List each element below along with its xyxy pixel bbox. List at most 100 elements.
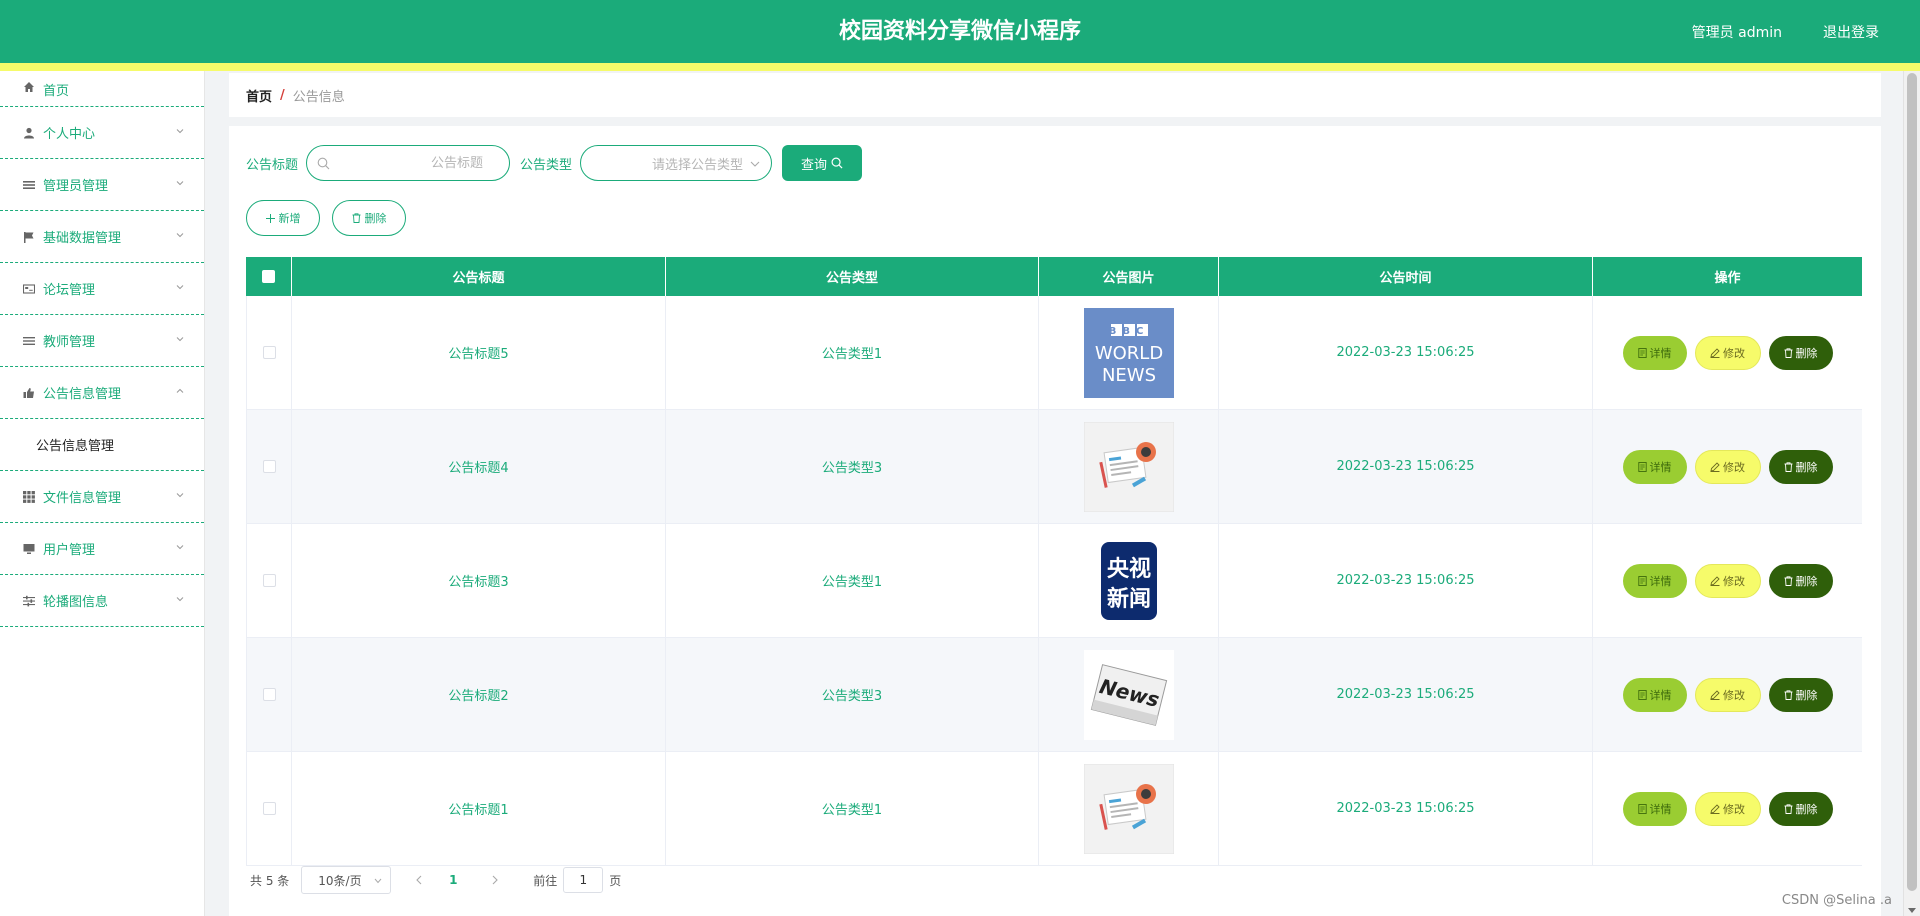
- sidebar-item-label: 轮播图信息: [43, 595, 109, 610]
- type-select-placeholder: 请选择公告类型: [652, 157, 744, 173]
- image-cell: [1039, 410, 1219, 523]
- row-checkbox[interactable]: [262, 802, 276, 815]
- sidebar: 首页 个人中心 管理员管理 基础数据管理 论坛管理 教师管理 公告信息管理 公告…: [0, 71, 205, 916]
- delete-button[interactable]: 删除: [1768, 335, 1833, 370]
- edit-button[interactable]: 修改: [1694, 677, 1761, 712]
- detail-button-label: 详情: [1649, 346, 1672, 360]
- page-size-value: 10条/页: [318, 873, 362, 888]
- sidebar-item-personal-center[interactable]: 个人中心: [0, 107, 204, 159]
- batch-delete-button[interactable]: 删除: [332, 200, 406, 236]
- cctv-news-logo-image[interactable]: 央视 新闻: [1083, 535, 1174, 626]
- time-cell: 2022-03-23 15:06:25: [1219, 638, 1593, 751]
- document-icon: [1637, 461, 1647, 472]
- sidebar-item-label: 首页: [43, 84, 70, 99]
- sidebar-item-home[interactable]: 首页: [0, 71, 204, 107]
- scroll-down-arrow-icon[interactable]: [1908, 908, 1916, 913]
- time-cell: 2022-03-23 15:06:25: [1219, 296, 1593, 409]
- column-header: 公告类型: [666, 257, 1039, 296]
- detail-button[interactable]: 详情: [1622, 791, 1687, 826]
- vertical-scrollbar[interactable]: [1903, 71, 1920, 916]
- type-cell: 公告类型3: [666, 410, 1039, 523]
- delete-button-label: 删除: [1795, 346, 1818, 360]
- detail-button-label: 详情: [1649, 802, 1672, 816]
- title-filter-label: 公告标题: [246, 157, 299, 173]
- cctv-news-logo: 央视 新闻: [1083, 535, 1174, 626]
- sidebar-item-notice[interactable]: 公告信息管理: [0, 367, 204, 419]
- edit-button-label: 修改: [1723, 688, 1745, 702]
- newspaper-illustration-image[interactable]: [1083, 421, 1174, 512]
- prev-page-button[interactable]: [405, 866, 433, 894]
- header-accent-line: [0, 63, 1920, 71]
- delete-button[interactable]: 删除: [1768, 791, 1833, 826]
- page-number[interactable]: 1: [439, 866, 467, 894]
- scrollbar-thumb[interactable]: [1907, 73, 1917, 891]
- sidebar-item-file[interactable]: 文件信息管理: [0, 471, 204, 523]
- detail-button[interactable]: 详情: [1622, 449, 1687, 484]
- trash-icon: [1784, 689, 1792, 700]
- trash-icon: [1784, 461, 1792, 472]
- row-checkbox[interactable]: [262, 574, 276, 587]
- column-header: 操作: [1714, 271, 1741, 286]
- submenu-item-notice-management[interactable]: 公告信息管理: [0, 419, 204, 471]
- bbc-world-news-logo: BBC WORLD NEWS: [1083, 307, 1174, 398]
- sidebar-item-label: 管理员管理: [43, 179, 109, 194]
- image-cell: [1039, 752, 1219, 865]
- cctv-logo-line2: 新闻: [1106, 586, 1150, 612]
- detail-button[interactable]: 详情: [1622, 335, 1687, 370]
- row-checkbox[interactable]: [262, 688, 276, 701]
- action-toolbar: 新增 删除: [246, 200, 418, 236]
- goto-label: 前往: [533, 873, 558, 888]
- sidebar-item-basic-data[interactable]: 基础数据管理: [0, 211, 204, 263]
- delete-button-label: 删除: [1795, 574, 1818, 588]
- image-cell: News: [1039, 638, 1219, 751]
- select-all-checkbox[interactable]: [262, 270, 275, 283]
- edit-button[interactable]: 修改: [1694, 449, 1761, 484]
- bbc-world-news-image[interactable]: BBC WORLD NEWS: [1083, 307, 1174, 398]
- newspaper-illustration-image[interactable]: [1083, 763, 1174, 854]
- edit-button[interactable]: 修改: [1694, 335, 1761, 370]
- add-button[interactable]: 新增: [246, 200, 320, 236]
- detail-button[interactable]: 详情: [1622, 677, 1687, 712]
- pagination: 共 5 条 10条/页 1 前往 页: [250, 866, 621, 894]
- document-icon: [1637, 803, 1647, 814]
- logout-link[interactable]: 退出登录: [1823, 22, 1879, 42]
- sidebar-item-teacher[interactable]: 教师管理: [0, 315, 204, 367]
- goto-page-input[interactable]: [563, 867, 604, 893]
- sidebar-item-forum[interactable]: 论坛管理: [0, 263, 204, 315]
- page-size-select[interactable]: 10条/页: [301, 866, 392, 894]
- delete-button[interactable]: 删除: [1768, 677, 1833, 712]
- title-search-input[interactable]: [307, 146, 510, 180]
- type-cell: 公告类型1: [666, 752, 1039, 865]
- delete-button[interactable]: 删除: [1768, 563, 1833, 598]
- next-page-button[interactable]: [481, 866, 509, 894]
- edit-button[interactable]: 修改: [1694, 791, 1761, 826]
- card-icon: [22, 282, 36, 296]
- edit-button-label: 修改: [1723, 346, 1745, 360]
- edit-button[interactable]: 修改: [1694, 563, 1761, 598]
- chevron-down-icon: [176, 492, 184, 497]
- chevron-down-icon: [176, 544, 184, 549]
- sidebar-item-admin-management[interactable]: 管理员管理: [0, 159, 204, 211]
- column-header: 公告时间: [1219, 257, 1593, 296]
- sidebar-item-carousel[interactable]: 轮播图信息: [0, 575, 204, 627]
- query-button[interactable]: 查询: [782, 145, 863, 181]
- operation-cell: 详情 修改 删除: [1593, 296, 1862, 409]
- breadcrumb-home[interactable]: 首页: [246, 86, 272, 105]
- row-select-cell: [246, 296, 292, 409]
- news-paper-illustration: News: [1083, 649, 1174, 740]
- row-checkbox[interactable]: [262, 346, 276, 359]
- detail-button[interactable]: 详情: [1622, 563, 1687, 598]
- delete-button[interactable]: 删除: [1768, 449, 1833, 484]
- operation-cell: 详情 修改 删除: [1593, 752, 1862, 865]
- world-logo-text: WORLD: [1094, 343, 1162, 364]
- breadcrumb-separator: /: [280, 87, 285, 103]
- row-checkbox[interactable]: [262, 460, 276, 473]
- search-icon: [317, 157, 330, 170]
- sidebar-item-user[interactable]: 用户管理: [0, 523, 204, 575]
- news-logo-text: NEWS: [1101, 365, 1155, 386]
- notice-table: 公告标题 公告类型 公告图片 公告时间 操作 公告标题5 公告类型1 BBC W…: [246, 257, 1862, 866]
- news-paper-image[interactable]: News: [1083, 649, 1174, 740]
- type-cell: 公告类型3: [666, 638, 1039, 751]
- chevron-down-icon: [176, 284, 184, 289]
- type-select[interactable]: 请选择公告类型: [580, 145, 773, 181]
